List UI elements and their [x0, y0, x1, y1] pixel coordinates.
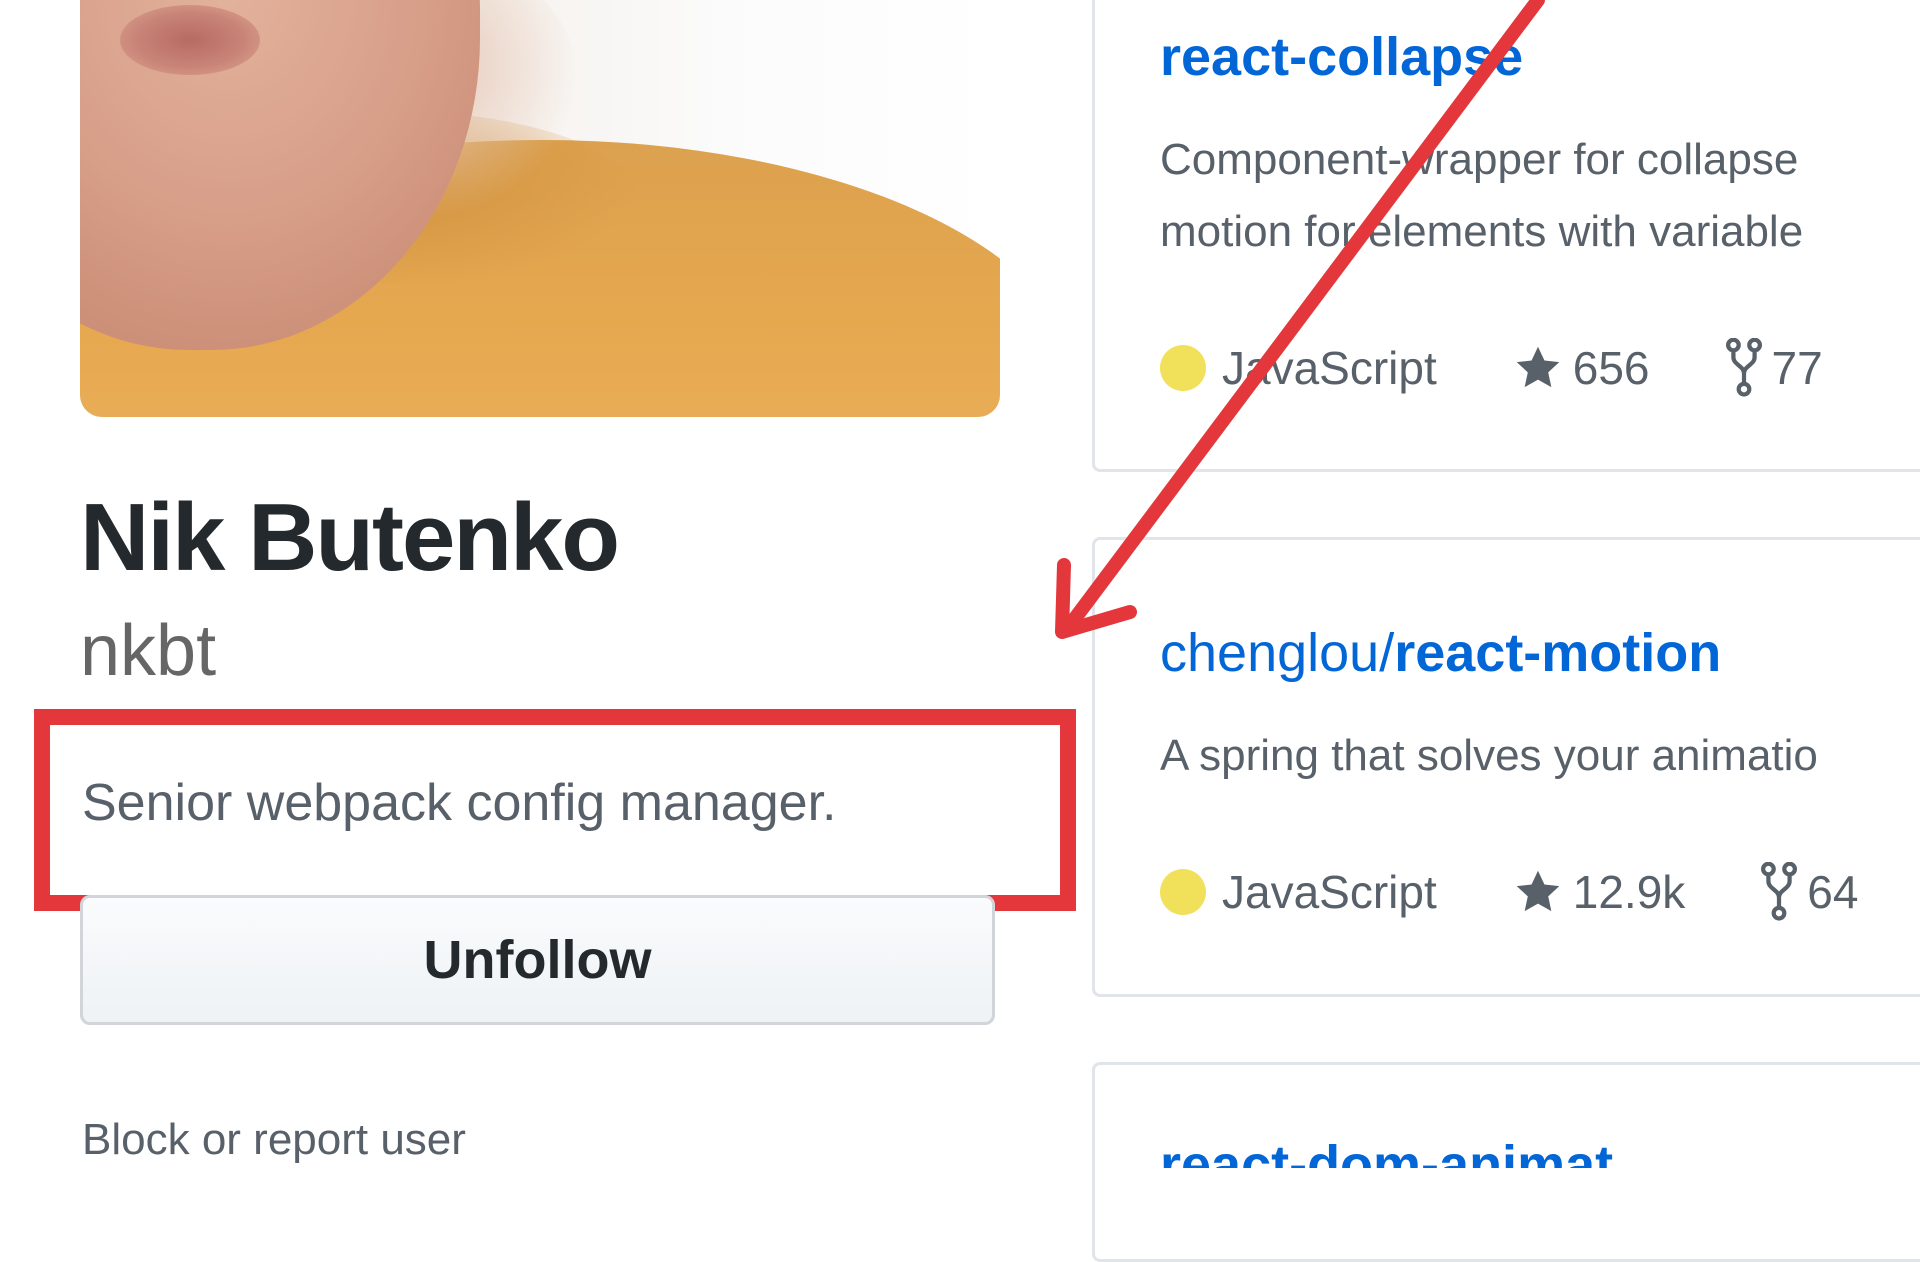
repo-owner: chenglou/	[1160, 623, 1395, 683]
avatar-lips	[120, 5, 260, 75]
profile-name: Nik Butenko	[80, 484, 620, 591]
repo-description-line: A spring that solves your animatio	[1160, 731, 1818, 780]
unfollow-button[interactable]: Unfollow	[80, 895, 995, 1025]
language-color-dot	[1160, 345, 1206, 391]
repo-forks-count: 77	[1771, 342, 1823, 394]
repo-description-line: motion for elements with variable	[1160, 207, 1804, 256]
repo-name: react-collapse	[1160, 27, 1524, 87]
repo-title-link[interactable]: react-dom-animat	[1160, 1138, 1920, 1168]
fork-icon	[1761, 862, 1798, 921]
annotation-highlight-box	[34, 709, 1076, 911]
repo-stars[interactable]: 12.9k	[1513, 865, 1686, 919]
language-color-dot	[1160, 869, 1206, 915]
repo-title-link[interactable]: chenglou/react-motion	[1160, 626, 1721, 680]
star-icon	[1516, 870, 1559, 912]
repo-stars-count: 12.9k	[1572, 866, 1686, 918]
profile-avatar	[80, 0, 1000, 417]
repo-stars-count: 656	[1572, 342, 1650, 394]
repo-title-link[interactable]: react-collapse	[1160, 30, 1523, 84]
repo-meta: JavaScript 656 77	[1160, 338, 1823, 398]
repo-language: JavaScript	[1222, 342, 1437, 394]
repo-forks[interactable]: 77	[1725, 338, 1823, 398]
fork-icon	[1725, 338, 1762, 397]
repo-description: Component-wrapper for collapse motion fo…	[1160, 124, 1803, 268]
repo-name: react-motion	[1394, 623, 1722, 683]
star-icon	[1516, 346, 1559, 388]
repo-forks-count: 64	[1807, 866, 1859, 918]
block-report-link[interactable]: Block or report user	[82, 1118, 466, 1162]
profile-username: nkbt	[80, 611, 217, 691]
repo-description: A spring that solves your animatio	[1160, 720, 1818, 792]
repo-description-line: Component-wrapper for collapse	[1160, 135, 1799, 184]
repo-language: JavaScript	[1222, 866, 1437, 918]
repo-meta: JavaScript 12.9k 64	[1160, 862, 1858, 922]
repo-forks[interactable]: 64	[1761, 862, 1858, 922]
repo-stars[interactable]: 656	[1513, 341, 1650, 395]
